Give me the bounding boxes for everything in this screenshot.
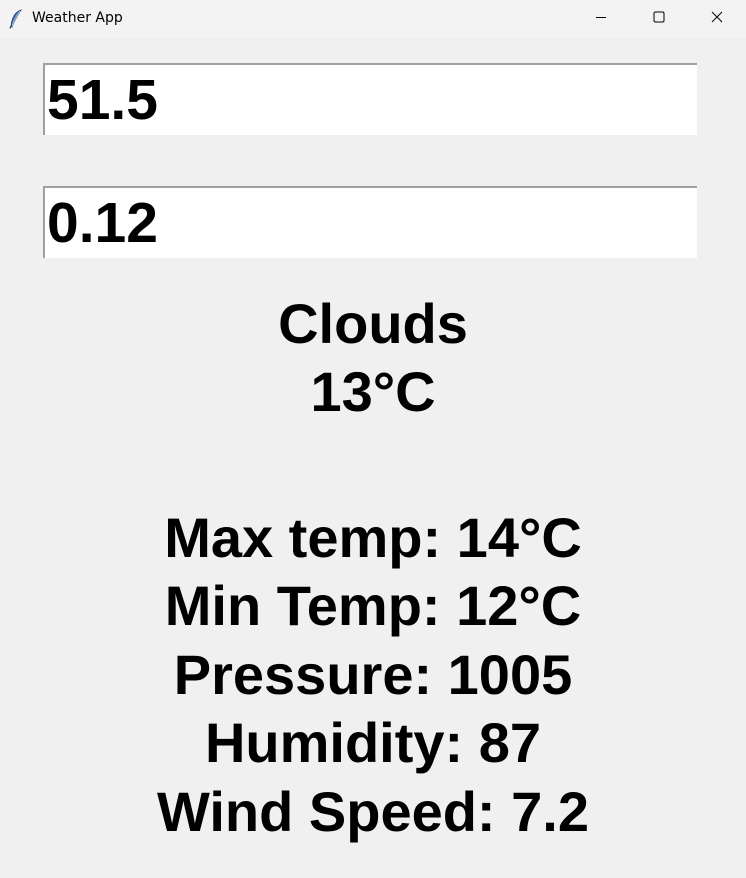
close-button[interactable] [688, 0, 746, 38]
close-icon [711, 10, 723, 28]
first-input[interactable] [43, 63, 697, 135]
max-temp-label: Max temp: 14°C [164, 506, 582, 569]
weather-condition: Clouds [278, 292, 468, 355]
weather-app-window: Weather App Clouds 13°C Max temp: 14°C M… [0, 0, 746, 878]
current-temperature: 13°C [310, 360, 436, 423]
minimize-icon [595, 10, 607, 28]
pressure-label: Pressure: 1005 [173, 643, 573, 706]
min-temp-label: Min Temp: 12°C [164, 574, 582, 637]
second-input[interactable] [43, 186, 697, 258]
wind-speed-label: Wind Speed: 7.2 [156, 780, 589, 843]
title-bar[interactable]: Weather App [0, 0, 746, 38]
humidity-label: Humidity: 87 [204, 711, 542, 774]
maximize-button[interactable] [630, 0, 688, 38]
feather-icon [8, 9, 24, 29]
maximize-icon [653, 10, 665, 28]
minimize-button[interactable] [572, 0, 630, 38]
window-title: Weather App [32, 10, 123, 26]
